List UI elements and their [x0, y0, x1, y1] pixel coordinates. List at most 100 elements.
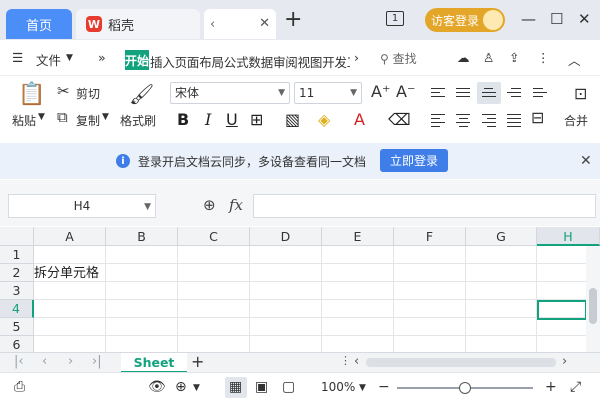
chevron-down-icon[interactable]: ▼	[359, 383, 366, 393]
cut-button[interactable]: 剪切	[76, 85, 100, 102]
close-tab-icon[interactable]: ✕	[259, 16, 270, 31]
tab-left-arrow-icon[interactable]: ‹	[210, 17, 215, 32]
row-header-5[interactable]: 5	[0, 318, 34, 336]
chevron-down-icon[interactable]: ▼	[193, 383, 200, 393]
zoom-slider-knob[interactable]	[459, 382, 471, 394]
justify-icon[interactable]	[507, 111, 521, 130]
minimize-button[interactable]: —	[521, 10, 536, 28]
last-sheet-icon[interactable]: ›|	[92, 354, 102, 369]
italic-button[interactable]: I	[205, 110, 211, 129]
indent-icon[interactable]	[533, 85, 547, 100]
font-color-icon[interactable]: A	[354, 110, 365, 129]
scroll-right-icon[interactable]: ›	[562, 354, 567, 369]
selected-cell-h4[interactable]	[537, 300, 587, 320]
eye-protect-icon[interactable]: 👁	[148, 379, 166, 395]
chevron-down-icon[interactable]: ▼	[66, 53, 73, 63]
first-sheet-icon[interactable]: |‹	[14, 354, 24, 369]
select-all-corner[interactable]	[0, 227, 34, 246]
zoom-level[interactable]: 100%	[321, 380, 355, 394]
tab-document[interactable]: ‹ ✕	[204, 9, 276, 39]
align-right-icon[interactable]	[482, 111, 496, 130]
hamburger-icon[interactable]: ☰	[12, 50, 23, 65]
paste-button[interactable]: 粘贴	[12, 112, 36, 129]
next-sheet-icon[interactable]: ›	[68, 354, 73, 369]
scroll-left-icon[interactable]: ‹	[354, 354, 359, 369]
close-window-button[interactable]: ✕	[578, 10, 591, 28]
align-bottom-icon[interactable]	[482, 85, 496, 100]
zoom-out-button[interactable]: −	[378, 379, 390, 395]
align-middle-icon[interactable]	[456, 85, 470, 100]
column-header-c[interactable]: C	[178, 227, 250, 246]
column-header-e[interactable]: E	[322, 227, 394, 246]
scroll-split-icon[interactable]: ⋮	[340, 354, 351, 367]
file-menu[interactable]: 文件	[36, 50, 61, 69]
format-painter-button[interactable]: 格式刷	[120, 112, 156, 129]
visitor-login-button[interactable]: 访客登录	[425, 8, 505, 32]
spreadsheet-grid[interactable]: A B C D E F G H 1 2 3 4 5 6 拆分单元格	[0, 227, 600, 352]
login-now-button[interactable]: 立即登录	[380, 149, 448, 172]
maximize-button[interactable]: ☐	[550, 10, 563, 28]
ribbon-tabs[interactable]: 插入页面布局公式数据审阅视图开发工	[150, 52, 350, 71]
copy-dropdown-icon[interactable]: ▼	[102, 112, 109, 122]
normal-view-icon[interactable]: ▦	[229, 379, 242, 395]
prev-sheet-icon[interactable]: ‹	[42, 354, 47, 369]
column-header-f[interactable]: F	[394, 227, 466, 246]
paste-icon[interactable]: 📋	[18, 82, 45, 107]
decrease-font-icon[interactable]: A⁻	[396, 82, 415, 101]
double-chevron-icon[interactable]: »	[98, 50, 106, 65]
zoom-slider[interactable]	[397, 382, 533, 394]
user-share-icon[interactable]: ♙	[483, 50, 494, 65]
underline-button[interactable]: U	[226, 110, 238, 129]
tab-home[interactable]: 首页	[6, 9, 72, 39]
zoom-in-button[interactable]: +	[545, 379, 557, 395]
center-icon[interactable]: ⊕	[175, 379, 187, 395]
cell-a2[interactable]: 拆分单元格	[34, 265, 99, 283]
format-painter-icon[interactable]: 🖌	[129, 82, 154, 106]
vertical-scroll-thumb[interactable]	[589, 288, 597, 324]
increase-font-icon[interactable]: A⁺	[371, 82, 390, 101]
more-icon[interactable]: ⋮	[537, 50, 550, 65]
row-header-6[interactable]: 6	[0, 336, 34, 352]
fill-color-icon[interactable]: ◈	[318, 110, 330, 129]
column-header-d[interactable]: D	[250, 227, 322, 246]
vertical-scrollbar[interactable]	[586, 246, 600, 352]
align-center-icon[interactable]	[456, 111, 470, 130]
merge-cells-icon[interactable]: ⊡	[574, 84, 587, 103]
paste-dropdown-icon[interactable]: ▼	[38, 112, 45, 122]
fullscreen-icon[interactable]: ⤢	[570, 379, 581, 395]
borders-icon[interactable]: ⊞	[250, 110, 263, 129]
close-icon[interactable]: ✕	[580, 153, 592, 169]
column-header-a[interactable]: A	[34, 227, 106, 246]
row-header-1[interactable]: 1	[0, 246, 34, 264]
align-left-icon[interactable]	[431, 111, 445, 130]
scissors-icon[interactable]: ✂	[57, 82, 70, 100]
column-header-g[interactable]: G	[466, 227, 537, 246]
row-header-2[interactable]: 2	[0, 264, 34, 282]
eraser-icon[interactable]: ⌫	[388, 110, 411, 129]
window-count-badge[interactable]: 1	[386, 11, 404, 26]
copy-button[interactable]: 复制	[76, 112, 100, 129]
fx-icon[interactable]: fx	[229, 196, 243, 214]
chevron-right-icon[interactable]: ›	[354, 50, 359, 65]
sheet-tab-sheet[interactable]: Sheet	[121, 353, 187, 373]
tab-daoke[interactable]: W 稻壳	[76, 9, 200, 39]
zoom-search-icon[interactable]: ⊕	[203, 196, 216, 214]
page-layout-view-icon[interactable]: ▣	[255, 379, 268, 395]
column-header-h[interactable]: H	[537, 227, 600, 246]
page-break-view-icon[interactable]: ▢	[282, 379, 295, 395]
font-size-select[interactable]: 11 ▼	[294, 82, 362, 104]
add-sheet-button[interactable]: +	[191, 352, 204, 371]
align-top-icon[interactable]	[431, 85, 445, 100]
row-header-3[interactable]: 3	[0, 282, 34, 300]
font-name-select[interactable]: 宋体 ▼	[170, 82, 290, 104]
search-button[interactable]: ⚲ 查找	[380, 50, 417, 67]
outdent-icon[interactable]	[507, 85, 521, 100]
horizontal-scrollbar[interactable]	[366, 358, 556, 367]
tab-start[interactable]: 开始	[125, 50, 149, 70]
share-icon[interactable]: ⇪	[509, 50, 519, 65]
merge-button[interactable]: 合并	[564, 112, 588, 129]
collapse-ribbon-icon[interactable]: ︿	[568, 50, 581, 69]
copy-icon[interactable]: ⧉	[57, 108, 68, 126]
formula-input[interactable]	[253, 194, 596, 218]
name-box[interactable]: H4 ▼	[8, 194, 156, 218]
